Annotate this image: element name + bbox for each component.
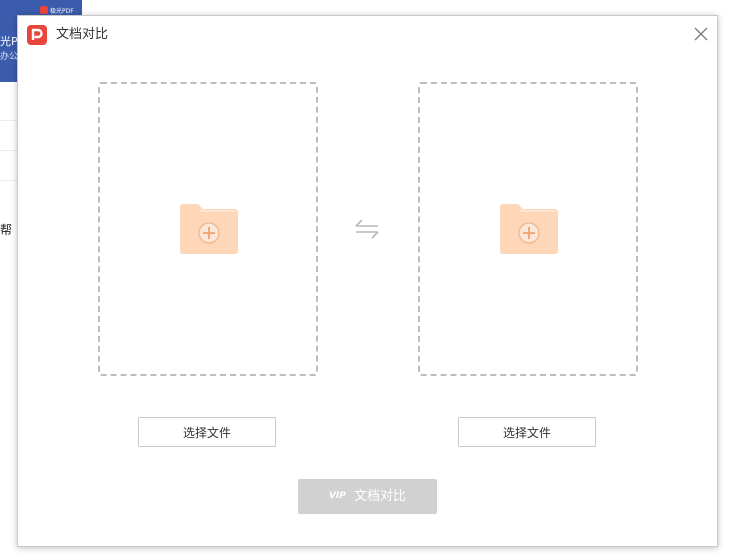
right-file-drop-zone[interactable] [418,82,638,376]
compare-button-label: 文档对比 [354,489,407,504]
add-folder-icon [180,204,238,254]
document-compare-dialog: 文档对比 选择文件 选择文件 VIP 文档对比 [17,15,718,547]
background-logo-icon [40,6,48,14]
close-icon [694,27,708,41]
background-banner-mini-label: 极光PDF [50,8,74,15]
compare-documents-button[interactable]: VIP 文档对比 [298,479,437,514]
close-button[interactable] [692,25,710,43]
background-divider [0,150,18,151]
left-file-drop-zone[interactable] [98,82,318,376]
select-right-file-button[interactable]: 选择文件 [458,417,596,447]
swap-arrows-icon [355,219,379,239]
add-folder-icon [500,204,558,254]
background-divider [0,120,18,121]
vip-badge: VIP [328,491,346,501]
pdf-logo-icon [27,25,47,45]
select-left-file-button[interactable]: 选择文件 [138,417,276,447]
dialog-title: 文档对比 [56,27,109,42]
background-divider [0,180,18,181]
background-side-text: 帮 [0,223,13,237]
